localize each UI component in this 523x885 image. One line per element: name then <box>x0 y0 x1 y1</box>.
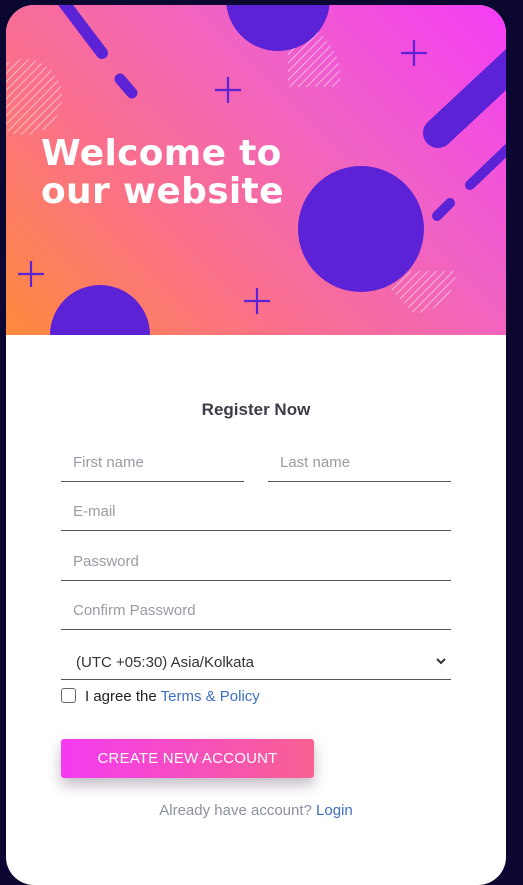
agree-text: I agree the <box>85 688 157 705</box>
login-prompt: Already have account? Login <box>6 802 506 819</box>
diagonal-bar-right-thin <box>465 143 506 190</box>
circle-bottom-left <box>50 285 150 335</box>
first-name-input[interactable] <box>61 444 244 482</box>
hero-title-line1: Welcome to <box>41 133 282 174</box>
diagonal-dash-right <box>432 198 455 221</box>
timezone-select[interactable]: (UTC +05:30) Asia/Kolkata <box>61 646 451 680</box>
hatch-circle-left <box>6 59 62 135</box>
timezone-select-value: (UTC +05:30) Asia/Kolkata <box>76 654 255 671</box>
plus-icon <box>215 77 241 103</box>
hero-title-line2: our website <box>41 171 284 212</box>
diagonal-bar-top-left <box>58 5 108 59</box>
circle-right <box>298 166 424 292</box>
diagonal-dash-top-left <box>114 73 138 99</box>
hero-banner: Welcome to our website <box>6 5 506 335</box>
diagonal-bar-right <box>423 49 506 148</box>
form-title: Register Now <box>201 400 311 419</box>
last-name-input[interactable] <box>268 444 451 482</box>
password-input[interactable] <box>61 543 451 581</box>
create-account-button[interactable]: CREATE NEW ACCOUNT <box>61 739 314 778</box>
plus-icon <box>401 40 427 66</box>
chevron-down-icon <box>436 658 446 665</box>
plus-icon <box>244 288 270 314</box>
have-account-text: Already have account? <box>159 802 312 819</box>
email-input[interactable] <box>61 493 451 531</box>
register-card: Welcome to our website Register Now (UTC… <box>6 5 506 885</box>
confirm-password-input[interactable] <box>61 592 451 630</box>
terms-checkbox[interactable] <box>61 688 76 703</box>
hero-title: Welcome to our website <box>41 135 284 211</box>
login-link[interactable]: Login <box>316 802 353 819</box>
terms-link[interactable]: Terms & Policy <box>161 688 260 705</box>
terms-label: I agree the Terms & Policy <box>85 688 260 705</box>
plus-icon <box>18 261 44 287</box>
